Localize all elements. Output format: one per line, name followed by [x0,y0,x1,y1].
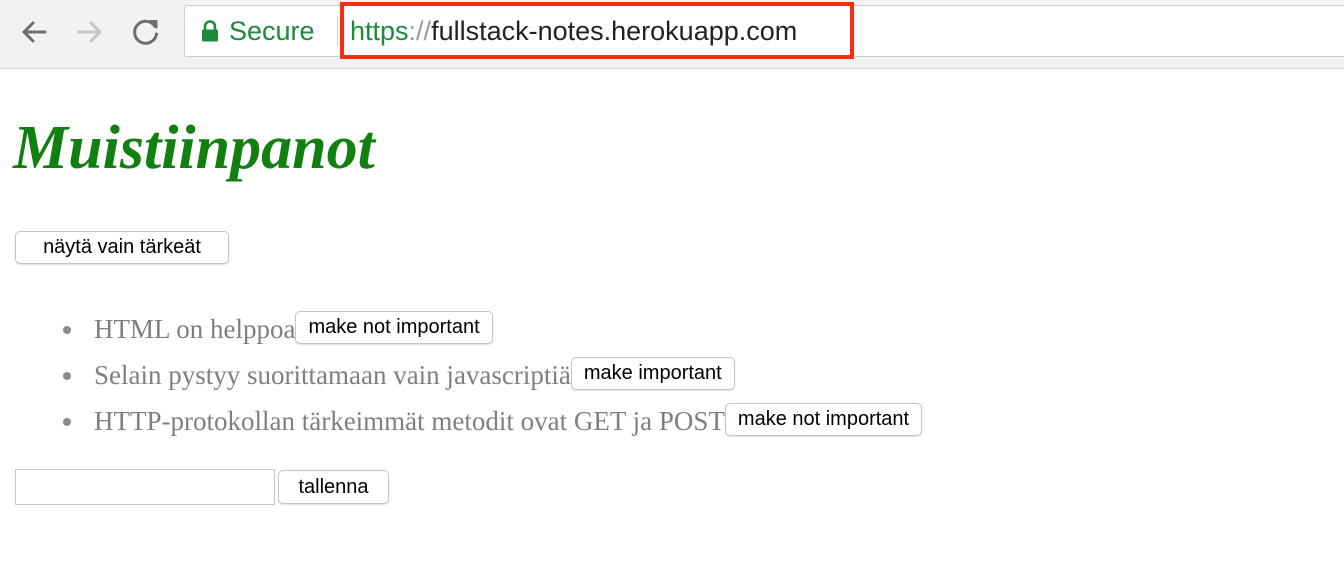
toggle-importance-button[interactable]: make important [570,356,735,390]
note-item: HTTP-protokollan tärkeimmät metodit ovat… [0,398,923,444]
lock-icon [202,20,218,42]
bullet [63,418,71,426]
new-note-input[interactable] [15,469,275,505]
toggle-importance-button[interactable]: make not important [724,402,923,436]
forward-button[interactable] [70,12,110,52]
url-highlight-box [340,2,854,59]
note-content: HTTP-protokollan tärkeimmät metodit ovat… [94,405,725,436]
toggle-importance-button[interactable]: make not important [295,310,493,344]
back-button[interactable] [14,12,54,52]
show-important-button[interactable]: näytä vain tärkeät [15,231,229,264]
note-item: HTML on helppoa make not important [0,306,922,352]
notes-list: HTML on helppoa make not important Selai… [0,306,923,444]
note-content: HTML on helppoa [94,313,296,344]
note-item: Selain pystyy suorittamaan vain javascri… [0,352,922,398]
new-note-form: tallenna [15,469,389,505]
secure-indicator[interactable]: Secure [201,6,315,56]
note-content: Selain pystyy suorittamaan vain javascri… [94,359,571,390]
reload-button[interactable] [126,12,166,52]
arrow-right-icon [77,21,102,43]
browser-toolbar: Secure https://fullstack-notes.herokuapp… [0,0,1344,69]
secure-label: Secure [229,15,315,46]
omnibox-divider [337,16,338,46]
page-title: Muistiinpanot [13,114,375,182]
bullet [63,372,71,380]
save-button[interactable]: tallenna [278,470,389,504]
bullet [63,326,71,334]
reload-icon [133,19,158,45]
arrow-left-icon [22,21,47,43]
